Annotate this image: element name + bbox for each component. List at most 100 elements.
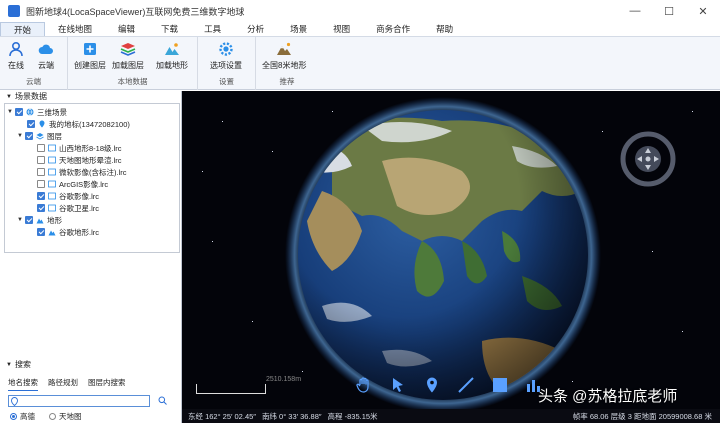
menu-tab-download[interactable]: 下载 [148,22,191,36]
menu-tab-tools[interactable]: 工具 [191,22,234,36]
ribbon-group-recommend: 全国8米地形 推荐 [256,37,318,90]
draw-line-icon[interactable] [457,376,475,394]
search-panel-title: 搜索 [14,360,31,369]
draw-polygon-icon[interactable] [491,376,509,394]
layer-item-checkbox[interactable] [37,204,45,212]
online-label: 在线 [8,61,24,70]
terrain-item-checkbox[interactable] [37,228,45,236]
tree-label-layer-item: ArcGIS影像.lrc [59,179,109,189]
collapse-triangle-icon: ▼ [6,361,12,368]
file-layer-icon [48,156,56,164]
watermark-text: 头条 @苏格拉底老师 [538,388,678,405]
scale-label: 2510.158m [266,376,302,383]
menu-tab-help[interactable]: 帮助 [423,22,466,36]
create-layer-label: 创建图层 [74,61,106,70]
menu-tab-edit[interactable]: 编辑 [105,22,148,36]
layer-stack-icon [36,133,44,140]
pin-icon [39,120,45,128]
navigation-compass[interactable] [620,131,676,187]
search-icon[interactable] [158,396,167,405]
cloud-label: 云端 [38,61,54,70]
source-radio-tianditu[interactable] [49,413,56,420]
options-label: 选项设置 [210,61,242,70]
tab-place-search[interactable]: 地名搜索 [8,377,38,391]
ribbon-group-label-local-data: 本地数据 [117,77,148,86]
tab-route-planning[interactable]: 路径规划 [48,377,78,391]
ribbon-group-label-recommend: 推荐 [279,77,295,86]
layer-item-checkbox[interactable] [37,156,45,164]
tree-node-layer-item[interactable]: 微软影像(含标注).lrc [37,166,127,178]
tree-label-layer-item: 山西地形8-18级.lrc [59,143,122,153]
search-panel-header[interactable]: ▼ 搜索 [0,359,31,370]
close-button[interactable]: ✕ [686,0,720,22]
ribbon-group-label-cloud: 云端 [26,77,41,86]
terrain-node-icon [36,218,44,224]
tree-node-layer-item[interactable]: 天地图地形晕渲.lrc [37,154,122,166]
terrain-checkbox[interactable] [25,216,33,224]
cursor-select-icon[interactable] [389,376,407,394]
mountain-icon [277,42,292,55]
place-marker-icon[interactable] [423,376,441,394]
maximize-button[interactable]: ☐ [652,0,686,22]
ribbon-group-local-data: 创建图层 加载图层 加载地形 本地数据 [68,37,198,90]
tree-label-terrain: 地形 [47,215,62,225]
national-terrain-button[interactable]: 全国8米地形 [262,41,306,71]
tree-label-terrain-item: 谷歌地形.lrc [59,227,99,237]
user-icon [9,41,23,57]
tree-label-layers: 图层 [47,131,62,141]
globe-viewport[interactable] [182,91,720,409]
search-source-options: 高德 天地图 [10,411,96,422]
app-logo-icon [8,5,20,17]
national-terrain-label: 全国8米地形 [262,61,307,70]
load-layer-button[interactable]: 加载图层 [112,41,144,71]
tree-node-terrain-item[interactable]: 谷歌地形.lrc [37,226,99,238]
tree-label-my-places: 我的地标(13472082100) [49,119,130,129]
file-layer-icon [48,204,56,212]
tab-layer-search[interactable]: 图层内搜索 [88,377,126,391]
cloud-icon [38,44,53,54]
options-button[interactable]: 选项设置 [210,41,242,71]
scene-panel-header[interactable]: ▼ 场景数据 [0,91,181,102]
layer-item-checkbox[interactable] [37,168,45,176]
layer-item-checkbox[interactable] [37,180,45,188]
scale-bar [196,384,266,394]
root-checkbox[interactable] [15,108,23,116]
tree-node-my-places[interactable]: 我的地标(13472082100) [27,118,130,130]
tree-label-layer-item: 谷歌卫星.lrc [59,203,99,213]
status-longitude: 东经 162° 25′ 02.45″ [188,411,256,421]
tree-label-root: 三维场景 [37,107,67,117]
load-terrain-button[interactable]: 加载地形 [156,41,188,71]
source-radio-gaode[interactable] [10,413,17,420]
search-input[interactable] [8,395,150,407]
scene-tree: ▼ 三维场景 我的地标(13472082100) ▼ 图层 山西地形8-18级.… [4,103,180,253]
layer-item-checkbox[interactable] [37,192,45,200]
menu-tab-start[interactable]: 开始 [0,22,46,36]
menu-tab-analysis[interactable]: 分析 [234,22,277,36]
cloud-button[interactable]: 云端 [38,41,54,71]
menu-tab-business[interactable]: 商务合作 [363,22,423,36]
tree-node-layer-item[interactable]: ArcGIS影像.lrc [37,178,108,190]
map-toolbar [355,374,559,396]
tree-node-root[interactable]: ▼ 三维场景 [7,106,67,118]
my-places-checkbox[interactable] [27,120,35,128]
layers-checkbox[interactable] [25,132,33,140]
expand-icon: ▼ [7,109,13,115]
tree-node-terrain[interactable]: ▼ 地形 [17,214,62,226]
menu-tab-scene[interactable]: 场景 [277,22,320,36]
tree-node-layer-item[interactable]: 谷歌卫星.lrc [37,202,99,214]
tree-node-layers[interactable]: ▼ 图层 [17,130,62,142]
status-bar: 东经 162° 25′ 02.45″ 南纬 0° 33′ 36.88″ 高程 -… [182,409,720,423]
online-button[interactable]: 在线 [8,41,24,71]
menu-tab-online-map[interactable]: 在线地图 [45,22,105,36]
terrain-icon [165,43,179,55]
hand-pan-icon[interactable] [355,376,373,394]
search-tabs: 地名搜索 路径规划 图层内搜索 [8,377,136,391]
file-layer-icon [48,144,56,152]
expand-icon: ▼ [17,133,23,139]
tree-node-layer-item[interactable]: 谷歌影像.lrc [37,190,99,202]
create-layer-button[interactable]: 创建图层 [74,41,106,71]
minimize-button[interactable]: — [618,0,652,22]
layer-item-checkbox[interactable] [37,144,45,152]
tree-node-layer-item[interactable]: 山西地形8-18级.lrc [37,142,122,154]
menu-tab-view[interactable]: 视图 [320,22,363,36]
